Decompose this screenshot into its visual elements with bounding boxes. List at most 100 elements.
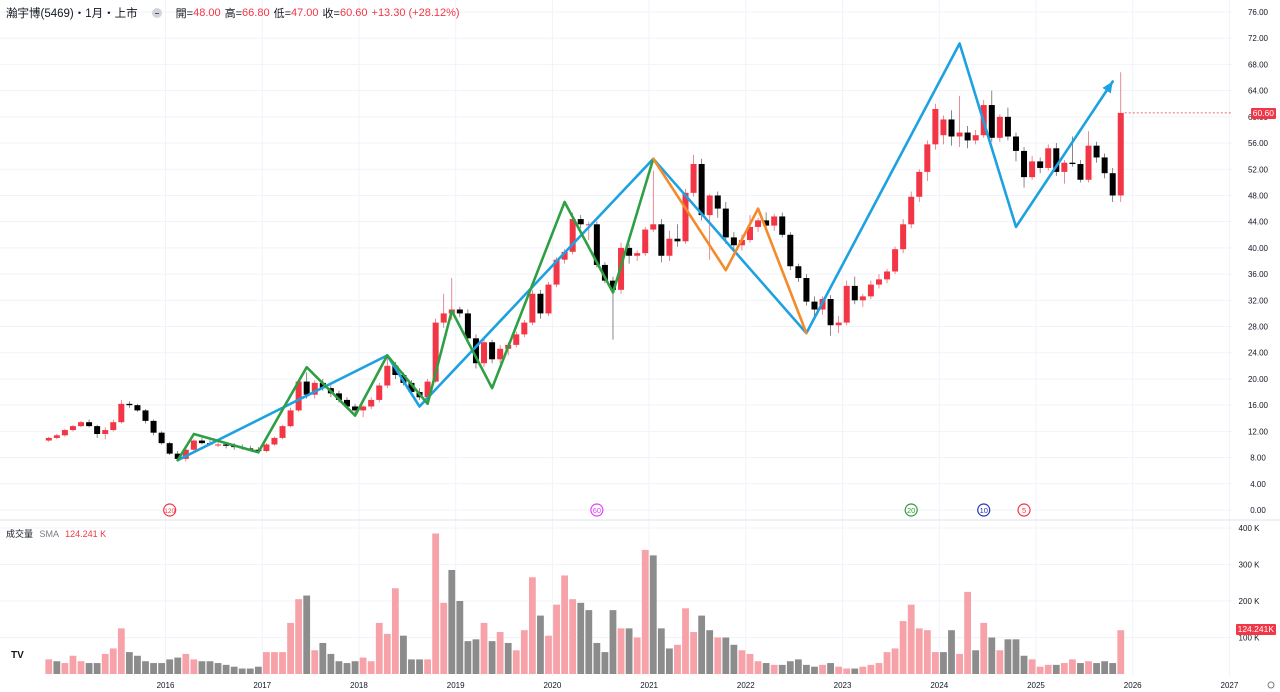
volume-bar [375, 622, 383, 674]
candle-body [835, 322, 842, 326]
volume-bar [408, 659, 415, 674]
volume-bar [682, 608, 689, 674]
volume-bar [166, 659, 174, 674]
symbol-title[interactable]: 瀚宇博(5469)・1月・上市 [6, 5, 138, 21]
candle-body [948, 119, 955, 137]
candle-body [489, 342, 496, 360]
volume-bar [496, 632, 504, 674]
volume-bar [69, 655, 77, 674]
price-tick-label: 72.00 [1248, 34, 1269, 43]
candle-body [142, 410, 149, 421]
candle-body [682, 192, 689, 242]
candle-body [714, 195, 721, 209]
tradingview-logo-icon[interactable]: TV [11, 650, 24, 661]
volume-bar [150, 663, 157, 674]
volume-bar [287, 622, 294, 674]
price-tick-label: 28.00 [1248, 323, 1269, 332]
price-tick-label: 64.00 [1248, 87, 1269, 96]
volume-bar [214, 663, 222, 674]
candle-body [771, 216, 778, 226]
volume-bar [327, 653, 335, 674]
volume-ma-label: SMA [39, 529, 59, 539]
wave-arrowhead-icon [1102, 81, 1113, 94]
candle-body [86, 422, 93, 427]
candle-body [529, 293, 536, 323]
candle-body [69, 426, 76, 431]
candle-body [45, 437, 52, 441]
volume-bar [601, 652, 609, 674]
time-tick-label: 2025 [1027, 681, 1045, 690]
volume-bar [311, 650, 319, 674]
volume-bar [851, 668, 859, 674]
time-tick-label: 2016 [157, 681, 175, 690]
time-tick-label: 2026 [1124, 681, 1142, 690]
candle-body [166, 443, 173, 454]
candle-body [271, 437, 278, 445]
candle-body [1037, 161, 1044, 168]
close-label: 收= [322, 8, 340, 20]
volume-bar [674, 644, 681, 674]
axes: 0.00 4.00 8.00 12.00 16.00 20.00 24.00 28.00 32.… [0, 8, 1280, 690]
volume-bar [915, 628, 923, 674]
volume-bar [537, 615, 544, 674]
candle-body [924, 144, 931, 172]
volume-bar [1012, 639, 1020, 674]
candle-body [481, 342, 488, 364]
volume-bar [246, 668, 254, 674]
volume-bar [1044, 664, 1052, 674]
time-tick-label: 2023 [834, 681, 852, 690]
collapse-icon[interactable] [151, 8, 162, 18]
volume-bar [359, 657, 367, 674]
volume-bar [867, 664, 875, 674]
volume-bar [972, 650, 980, 674]
volume-bar [504, 642, 512, 674]
volume-bar [134, 655, 141, 674]
volume-bar [456, 601, 464, 674]
price-tick-label: 8.00 [1250, 454, 1266, 463]
volume-bar [956, 653, 963, 674]
volume-bar [585, 610, 593, 674]
price-tick-label: 16.00 [1248, 401, 1269, 410]
volume-bar [649, 555, 657, 674]
candle-body [1029, 161, 1036, 178]
volume-bar [400, 635, 407, 674]
candle-body [440, 313, 447, 323]
candle-body [1021, 150, 1028, 178]
candle-body [730, 237, 737, 246]
volume-bar [1020, 655, 1028, 674]
marker-label: 20 [907, 506, 915, 515]
volume-bar [996, 650, 1004, 674]
volume-bar [45, 659, 53, 674]
volume-bar [754, 661, 762, 674]
price-tick-label: 36.00 [1248, 270, 1269, 279]
close-value: 60.60 [339, 7, 368, 19]
volume-bar [778, 664, 786, 674]
volume-label[interactable]: 成交量 [6, 529, 33, 539]
volume-bar [158, 663, 166, 674]
candle-body [53, 435, 60, 438]
volume-bar [931, 652, 939, 674]
candle-body [577, 219, 584, 225]
chart-header: 瀚宇博(5469)・1月・上市 開= 48.00 高= 66.80 低= 47.00 … [6, 5, 460, 21]
volume-bar [53, 661, 61, 674]
high-label: 高= [224, 8, 243, 20]
volume-bar [1093, 663, 1100, 674]
volume-bar [1109, 663, 1117, 674]
volume-bar [174, 657, 182, 674]
volume-bar [319, 642, 327, 674]
volume-bar [263, 652, 270, 674]
candle-body [916, 171, 923, 197]
candle-body [972, 135, 979, 141]
time-tick-label: 2027 [1221, 681, 1239, 690]
candle-body [61, 430, 68, 436]
volume-bar [625, 628, 633, 674]
candle-body [521, 322, 528, 335]
candle-body [900, 224, 907, 250]
candle-body [851, 285, 858, 301]
candle-body [827, 299, 834, 326]
volume-bar [182, 653, 190, 674]
price-chart[interactable]: 0.00 4.00 8.00 12.00 16.00 20.00 24.00 28.00 32.… [0, 0, 1280, 692]
volume-bar [351, 661, 359, 674]
volume-bar [730, 644, 738, 674]
volume-bar [303, 595, 311, 674]
